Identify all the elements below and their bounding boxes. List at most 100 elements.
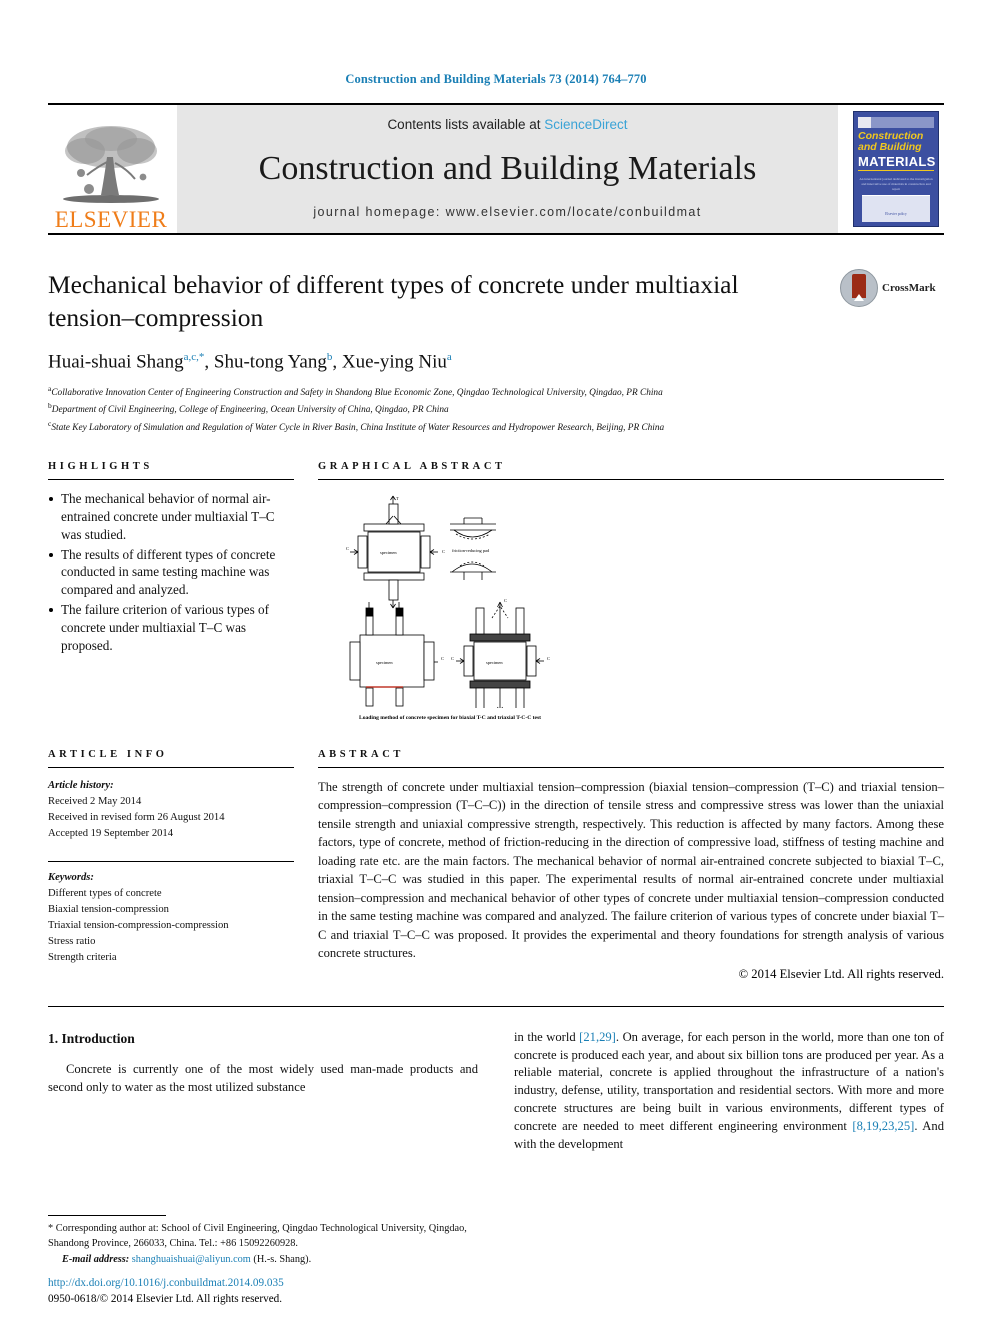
list-item: The failure criterion of various types o…: [48, 601, 294, 654]
email-suffix: (H.-s. Shang).: [253, 1253, 312, 1265]
graphical-abstract-caption: Loading method of concrete specimen for …: [358, 715, 542, 722]
email-label: E-mail address:: [62, 1253, 130, 1265]
corresponding-author-note: * Corresponding author at: School of Civ…: [48, 1222, 467, 1250]
masthead-panel: Contents lists available at ScienceDirec…: [177, 105, 838, 233]
divider: [318, 766, 944, 768]
citation-ref[interactable]: [8,19,23,25]: [852, 1119, 914, 1133]
doi-link[interactable]: http://dx.doi.org/10.1016/j.conbuildmat.…: [48, 1275, 284, 1291]
doi-block: http://dx.doi.org/10.1016/j.conbuildmat.…: [48, 1275, 284, 1307]
diagram-label-compression: C: [441, 656, 444, 661]
cover-footer-panel: Elsevier policy: [862, 195, 930, 222]
issn-copyright: 0950-0618/© 2014 Elsevier Ltd. All right…: [48, 1292, 283, 1305]
history-item: Accepted 19 September 2014: [48, 827, 174, 839]
article-history-label: Article history:: [48, 779, 114, 791]
diagram-label-specimen: specimen: [380, 550, 397, 555]
diagram-label-pad: friction-reducing pad: [452, 548, 490, 553]
author-affil-mark[interactable]: a: [447, 351, 452, 363]
journal-cover-image: Construction and Building MATERIALS An i…: [853, 111, 939, 227]
email-note: E-mail address: shanghuaishuai@aliyun.co…: [48, 1252, 478, 1267]
section-title-introduction: 1. Introduction: [48, 1030, 135, 1046]
crossmark-arrow-shape: [854, 294, 864, 301]
title-block: Mechanical behavior of different types o…: [48, 269, 944, 435]
contents-prefix: Contents lists available at: [387, 117, 545, 132]
paper-page: Construction and Building Materials 73 (…: [0, 0, 992, 1323]
footnotes-block: * Corresponding author at: School of Civ…: [48, 1214, 478, 1267]
cover-topbar: [858, 117, 934, 128]
diagram-label-specimen: specimen: [376, 660, 393, 665]
elsevier-tree-icon: [63, 126, 159, 203]
abstract-heading: ABSTRACT: [318, 748, 404, 760]
article-info-column: ARTICLE INFO Article history: Received 2…: [48, 749, 318, 982]
affiliation-item: cState Key Laboratory of Simulation and …: [48, 418, 824, 436]
divider: [48, 1214, 166, 1216]
article-info-heading: ARTICLE INFO: [48, 748, 168, 760]
elsevier-wordmark: ELSEVIER: [54, 207, 168, 232]
diagram-label-compression: C: [346, 546, 349, 551]
diagram-label-tension: T: [396, 496, 399, 501]
body-column-right: in the world [21,29]. On average, for ea…: [514, 1029, 944, 1154]
divider: [48, 1005, 944, 1007]
divider: [318, 479, 944, 481]
highlights-list: The mechanical behavior of normal air-en…: [48, 490, 294, 654]
keyword-item[interactable]: Biaxial tension-compression: [48, 902, 294, 918]
keyword-item[interactable]: Strength criteria: [48, 950, 294, 966]
journal-homepage[interactable]: journal homepage: www.elsevier.com/locat…: [313, 205, 701, 219]
running-head: Construction and Building Materials 73 (…: [345, 72, 647, 86]
history-item: Received 2 May 2014: [48, 795, 142, 807]
affiliation-item: aCollaborative Innovation Center of Engi…: [48, 383, 824, 401]
intro-text-pre: in the world: [514, 1029, 580, 1044]
keyword-item[interactable]: Stress ratio: [48, 934, 294, 950]
sciencedirect-link[interactable]: ScienceDirect: [544, 117, 627, 132]
intro-text-mid: . On average, for each person in the wor…: [514, 1029, 944, 1133]
author-affil-mark[interactable]: a,c,*: [184, 351, 205, 363]
affiliation-text: State Key Laboratory of Simulation and R…: [51, 422, 665, 433]
contents-line: Contents lists available at ScienceDirec…: [387, 117, 627, 132]
journal-masthead: ELSEVIER Contents lists available at Sci…: [48, 103, 944, 235]
keyword-item[interactable]: Triaxial tension-compression-compression: [48, 918, 294, 934]
cover-publisher-icon: [858, 117, 871, 128]
crossmark-label: CrossMark: [882, 282, 936, 294]
email-link[interactable]: shanghuaishuai@aliyun.com: [132, 1254, 251, 1265]
info-abstract-section: ARTICLE INFO Article history: Received 2…: [48, 749, 944, 982]
intro-paragraph-left: Concrete is currently one of the most wi…: [48, 1061, 478, 1094]
crossmark-icon: [840, 269, 878, 307]
highlights-graphical-section: HIGHLIGHTS The mechanical behavior of no…: [48, 461, 944, 723]
body-column-left: 1. Introduction Concrete is currently on…: [48, 1029, 478, 1154]
highlights-column: HIGHLIGHTS The mechanical behavior of no…: [48, 461, 318, 723]
crossmark-badge[interactable]: CrossMark: [840, 269, 944, 307]
divider: [48, 766, 294, 768]
author-name: Shu-tong Yang: [213, 351, 327, 373]
diagram-label-specimen: specimen: [486, 660, 503, 665]
history-item: Received in revised form 26 August 2014: [48, 811, 225, 823]
graphical-abstract-figure: specimen specimen specimen friction-redu…: [318, 490, 944, 723]
affiliations: aCollaborative Innovation Center of Engi…: [48, 383, 824, 436]
elsevier-logo: ELSEVIER: [48, 105, 174, 233]
highlights-heading: HIGHLIGHTS: [48, 461, 153, 473]
affiliation-item: bDepartment of Civil Engineering, Colleg…: [48, 400, 824, 418]
author-name: Xue-ying Niu: [341, 351, 447, 373]
cover-footer-text: Elsevier policy: [885, 212, 907, 216]
article-history: Article history: Received 2 May 2014 Rec…: [48, 778, 294, 842]
keyword-item[interactable]: Different types of concrete: [48, 886, 294, 902]
body-columns: 1. Introduction Concrete is currently on…: [48, 1029, 944, 1154]
journal-title: Construction and Building Materials: [258, 149, 757, 187]
diagram-label-compression: C: [504, 598, 507, 603]
list-item: The results of different types of concre…: [48, 546, 294, 599]
keywords-block: Keywords: Different types of concrete Bi…: [48, 870, 294, 967]
intro-paragraph-right: in the world [21,29]. On average, for ea…: [514, 1029, 944, 1154]
abstract-column: ABSTRACT The strength of concrete under …: [318, 749, 944, 982]
cover-line-3: MATERIALS: [858, 154, 936, 172]
affiliation-text: Department of Civil Engineering, College…: [51, 405, 449, 416]
divider: [48, 861, 294, 862]
graphical-abstract-column: GRAPHICAL ABSTRACT specimen specimen spe…: [318, 461, 944, 723]
page-title: Mechanical behavior of different types o…: [48, 270, 739, 332]
diagram-label-tension: T: [396, 610, 399, 615]
diagram-label-compression: C: [442, 549, 445, 554]
abstract-copyright: © 2014 Elsevier Ltd. All rights reserved…: [738, 966, 944, 981]
abstract-text: The strength of concrete under multiaxia…: [318, 779, 944, 961]
author-name: Huai-shuai Shang: [48, 351, 184, 373]
loading-method-diagram: specimen specimen specimen friction-redu…: [346, 495, 550, 715]
citation-ref[interactable]: [21,29]: [579, 1030, 616, 1044]
cover-blurb: An international journal dedicated to th…: [859, 177, 933, 192]
author-affil-mark[interactable]: b: [327, 351, 333, 363]
